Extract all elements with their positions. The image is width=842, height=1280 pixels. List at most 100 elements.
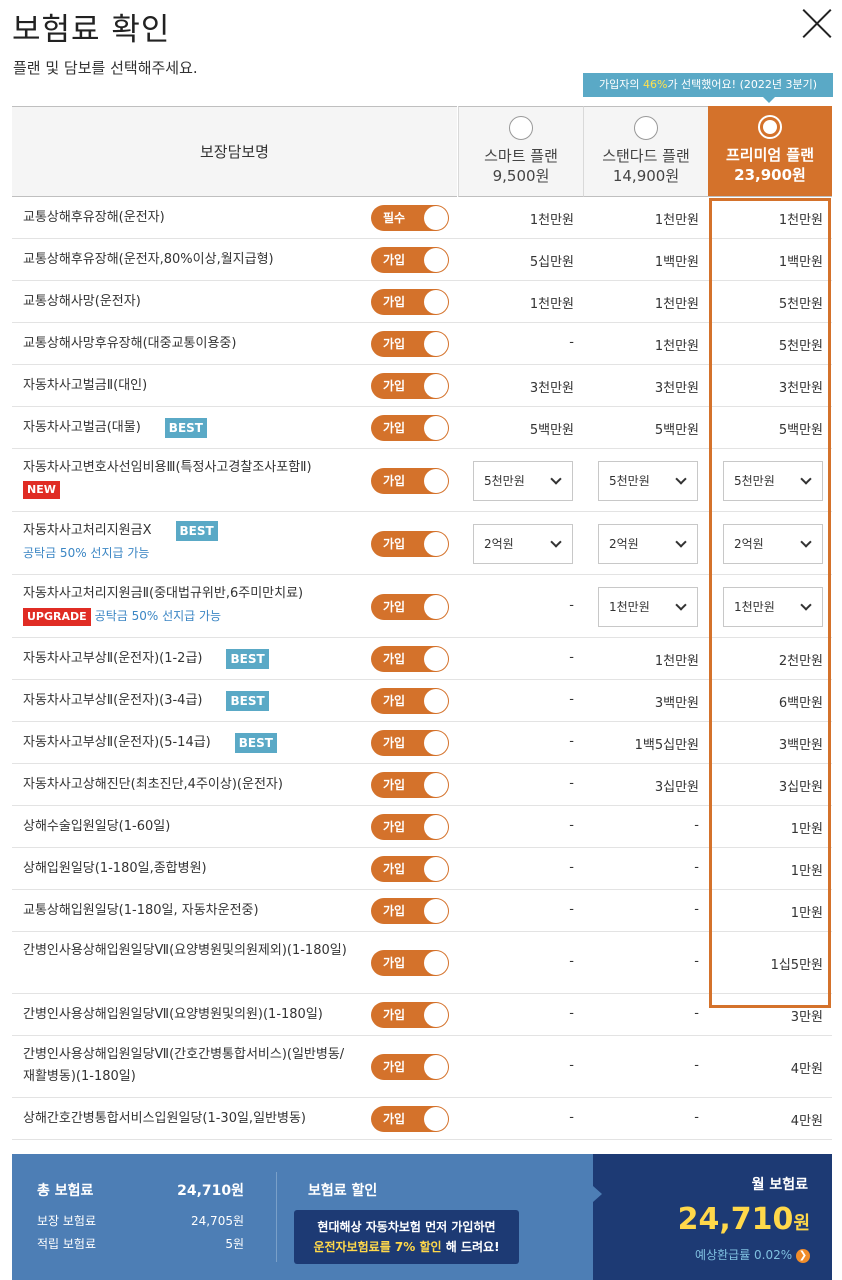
coverage-amount: 3천만원 xyxy=(654,381,699,396)
toggle-knob xyxy=(424,594,448,619)
coverage-amount: 1천만원 xyxy=(654,339,699,354)
table-row: 간병인사용상해입원일당Ⅶ(간호간병통합서비스)(일반병동/재활병동)(1-180… xyxy=(12,1036,832,1098)
plan-standard-option[interactable]: 스탠다드 플랜 14,900원 xyxy=(583,106,708,197)
coverage-toggle[interactable]: 가입 xyxy=(371,530,449,557)
coverage-amount: 3만원 xyxy=(790,1010,823,1025)
radio-icon[interactable] xyxy=(634,116,658,140)
coverage-name: 자동차사고부상Ⅱ(운전자)(1-2급) xyxy=(23,651,203,666)
coverage-amount: 1천만원 xyxy=(654,297,699,312)
coverage-toggle[interactable]: 가입 xyxy=(371,856,449,882)
coverage-amount: 5천만원 xyxy=(778,297,823,312)
toggle-knob xyxy=(424,1055,448,1079)
coverage-amount: - xyxy=(569,650,574,665)
coverage-toggle[interactable]: 가입 xyxy=(371,593,449,620)
amount-select[interactable]: 5천만원 xyxy=(473,460,573,501)
table-row: 자동차사고처리지원금Ⅱ(중대법규위반,6주미만치료) UPGRADE 공탁금 50%… xyxy=(12,575,832,638)
coverage-name-cell: 교통상해사망(운전자) xyxy=(23,291,141,313)
table-row: 교통상해후유장해(운전자,80%이상,월지급형) 가입 5십만원 1백만원 1백만원 xyxy=(12,239,832,281)
chevron-down-icon xyxy=(675,535,687,548)
coverage-toggle[interactable]: 가입 xyxy=(371,646,449,672)
coverage-premium-value: 24,705원 xyxy=(190,1214,244,1228)
toggle-label: 가입 xyxy=(383,379,406,393)
radio-selected-icon[interactable] xyxy=(758,115,782,139)
monthly-unit: 원 xyxy=(793,1213,810,1234)
coverage-name: 자동차사고벌금(대물) xyxy=(23,420,141,435)
coverage-name: 교통상해사망(운전자) xyxy=(23,294,141,309)
discount-title: 보험료 할인 xyxy=(308,1183,378,1199)
toggle-label: 가입 xyxy=(383,862,406,876)
coverage-name: 교통상해후유장해(운전자) xyxy=(23,210,165,225)
amount-select[interactable]: 5천만원 xyxy=(723,460,823,501)
toggle-label: 가입 xyxy=(383,295,406,309)
coverage-toggle[interactable]: 가입 xyxy=(371,688,449,714)
coverage-name-cell: 교통상해사망후유장해(대중교통이용중) xyxy=(23,333,236,355)
table-row: 간병인사용상해입원일당Ⅶ(요양병원및의원제외)(1-180일) 가입 - - 1십5만원 xyxy=(12,932,832,994)
coverage-toggle[interactable]: 필수 xyxy=(371,205,449,231)
coverage-name-cell: 간병인사용상해입원일당Ⅶ(요양병원및의원제외)(1-180일) xyxy=(23,940,347,962)
plan-name: 스마트 플랜 xyxy=(484,147,558,165)
coverage-name-cell: 상해입원일당(1-180일,종합병원) xyxy=(23,858,207,880)
coverage-toggle[interactable]: 가입 xyxy=(371,373,449,399)
coverage-name-cell: 간병인사용상해입원일당Ⅶ(간호간병통합서비스)(일반병동/재활병동)(1-180… xyxy=(23,1044,344,1088)
close-icon[interactable] xyxy=(802,8,832,38)
coverage-toggle[interactable]: 가입 xyxy=(371,1106,449,1132)
coverage-toggle[interactable]: 가입 xyxy=(371,814,449,840)
coverage-name: 자동차사고변호사선임비용Ⅲ(특정사고경찰조사포함Ⅱ) xyxy=(23,460,312,475)
coverage-amount: 1천만원 xyxy=(654,213,699,228)
chevron-right-icon[interactable]: ❯ xyxy=(796,1248,810,1263)
coverage-amount: - xyxy=(569,734,574,749)
coverage-amount: 4만원 xyxy=(790,1062,823,1077)
toggle-label: 가입 xyxy=(383,253,406,267)
coverage-name-cell: 교통상해입원일당(1-180일, 자동차운전중) xyxy=(23,900,259,922)
amount-select[interactable]: 2억원 xyxy=(473,523,573,564)
footer-summary: 총 보험료 24,710원 보장 보험료 24,705원 적립 보험료 5원 보… xyxy=(12,1154,832,1280)
coverage-toggle[interactable]: 가입 xyxy=(371,898,449,924)
coverage-toggle[interactable]: 가입 xyxy=(371,730,449,756)
coverage-amount: 3천만원 xyxy=(529,381,574,396)
selected-amount: 2억원 xyxy=(734,536,764,551)
toggle-knob xyxy=(424,416,448,440)
toggle-label: 가입 xyxy=(383,1060,406,1074)
coverage-toggle[interactable]: 가입 xyxy=(371,1054,449,1080)
toggle-label: 가입 xyxy=(383,1008,406,1022)
coverage-toggle[interactable]: 가입 xyxy=(371,950,449,976)
coverage-name: 간병인사용상해입원일당Ⅶ(요양병원및의원)(1-180일) xyxy=(23,1007,323,1022)
selected-amount: 5천만원 xyxy=(609,473,650,488)
toggle-label: 가입 xyxy=(383,536,406,551)
plan-name: 프리미엄 플랜 xyxy=(725,146,815,164)
coverage-amount: - xyxy=(569,1058,574,1073)
amount-select[interactable]: 1천만원 xyxy=(598,586,698,627)
toggle-label: 가입 xyxy=(383,473,406,488)
coverage-name-cell: 교통상해후유장해(운전자) xyxy=(23,207,165,229)
coverage-amount: 1만원 xyxy=(790,822,823,837)
coverage-toggle[interactable]: 가입 xyxy=(371,467,449,494)
amount-select[interactable]: 2억원 xyxy=(723,523,823,564)
coverage-toggle[interactable]: 가입 xyxy=(371,772,449,798)
coverage-name: 자동차사고부상Ⅱ(운전자)(3-4급) xyxy=(23,693,203,708)
plan-premium-option[interactable]: 프리미엄 플랜 23,900원 xyxy=(708,106,832,197)
toggle-knob xyxy=(424,731,448,755)
coverage-toggle[interactable]: 가입 xyxy=(371,331,449,357)
plan-smart-option[interactable]: 스마트 플랜 9,500원 xyxy=(458,106,583,197)
coverage-name: 자동차사고상해진단(최초진단,4주이상)(운전자) xyxy=(23,777,283,792)
coverage-name: 자동차사고벌금Ⅱ(대인) xyxy=(23,378,148,393)
deposit-note: 공탁금 50% 선지급 가능 xyxy=(94,609,222,623)
toggle-knob xyxy=(424,773,448,797)
plan-price: 23,900원 xyxy=(734,166,806,184)
table-row: 상해입원일당(1-180일,종합병원) 가입 - - 1만원 xyxy=(12,848,832,890)
toggle-knob xyxy=(424,1107,448,1131)
plan-price: 9,500원 xyxy=(492,167,550,185)
coverage-toggle[interactable]: 가입 xyxy=(371,289,449,315)
chevron-down-icon xyxy=(800,535,812,548)
refund-rate-link[interactable]: 예상환급률 0.02% ❯ xyxy=(695,1246,810,1263)
amount-select[interactable]: 5천만원 xyxy=(598,460,698,501)
amount-select[interactable]: 1천만원 xyxy=(723,586,823,627)
radio-icon[interactable] xyxy=(509,116,533,140)
coverage-toggle[interactable]: 가입 xyxy=(371,415,449,441)
amount-select[interactable]: 2억원 xyxy=(598,523,698,564)
coverage-amount: 1천만원 xyxy=(654,654,699,669)
coverage-toggle[interactable]: 가입 xyxy=(371,247,449,273)
coverage-toggle[interactable]: 가입 xyxy=(371,1002,449,1028)
table-row: 교통상해사망후유장해(대중교통이용중) 가입 - 1천만원 5천만원 xyxy=(12,323,832,365)
chevron-down-icon xyxy=(800,472,812,485)
